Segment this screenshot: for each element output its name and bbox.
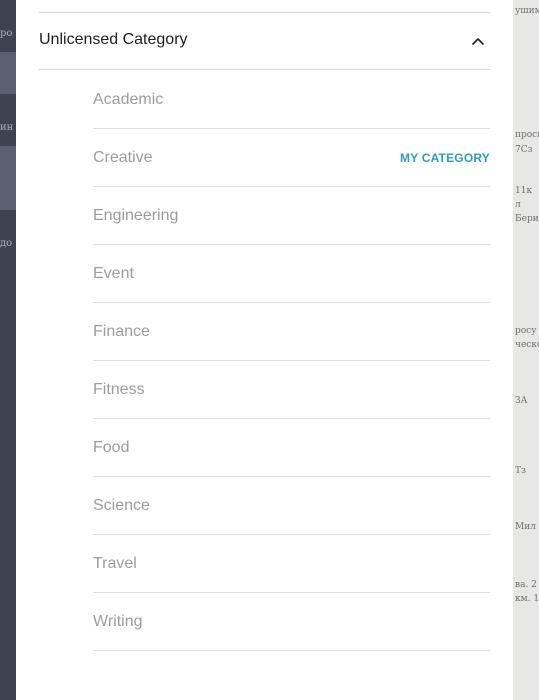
category-item-food[interactable]: Food [93, 419, 490, 477]
background-stripe [0, 52, 16, 94]
background-page-left: ро ин до [0, 0, 16, 700]
category-item-finance[interactable]: Finance [93, 303, 490, 361]
category-label: Writing [93, 613, 143, 630]
background-text: ушим [515, 6, 539, 16]
background-page-right: ушим просы 7Сз 11к л Бериа росу ческо ЗА… [513, 0, 539, 700]
background-text: 7Сз [515, 145, 533, 155]
category-label: Academic [93, 91, 164, 108]
screen: ро ин до ушим просы 7Сз 11к л Бериа росу… [0, 0, 539, 700]
background-text: росу [515, 326, 537, 336]
background-text: ЗА [515, 396, 528, 406]
category-item-event[interactable]: Event [93, 245, 490, 303]
category-label: Science [93, 497, 150, 514]
category-item-travel[interactable]: Travel [93, 535, 490, 593]
background-text: ва. 2 [515, 580, 537, 590]
category-item-fitness[interactable]: Fitness [93, 361, 490, 419]
category-label: Fitness [93, 381, 145, 398]
category-label: Food [93, 439, 130, 456]
category-item-science[interactable]: Science [93, 477, 490, 535]
category-label: Finance [93, 323, 150, 340]
background-text: Бериа [515, 214, 539, 224]
my-category-badge: MY CATEGORY [400, 151, 490, 165]
category-item-academic[interactable]: Academic [93, 71, 490, 129]
background-text: ин [0, 122, 14, 133]
category-item-engineering[interactable]: Engineering [93, 187, 490, 245]
section-title: Unlicensed Category [39, 31, 188, 48]
category-list: Academic Creative MY CATEGORY Engineerin… [93, 71, 490, 651]
category-item-creative[interactable]: Creative MY CATEGORY [93, 129, 490, 187]
category-label: Event [93, 265, 134, 282]
background-text: Мил [515, 522, 536, 532]
background-text: 11к [515, 186, 533, 196]
category-label: Engineering [93, 207, 179, 224]
background-text: л [515, 200, 521, 210]
background-text: до [0, 238, 13, 249]
background-stripe [0, 146, 16, 210]
category-item-writing[interactable]: Writing [93, 593, 490, 651]
background-text: ческо [515, 340, 539, 350]
background-text: км. 1 [515, 594, 539, 604]
background-text: ро [0, 28, 13, 39]
background-text: Тз [515, 466, 526, 476]
background-text: просы [515, 130, 539, 140]
chevron-up-icon[interactable] [470, 33, 486, 49]
category-label: Creative [93, 149, 153, 166]
category-label: Travel [93, 555, 137, 572]
unlicensed-category-header[interactable]: Unlicensed Category [39, 13, 490, 70]
category-modal: Unlicensed Category Academic Creative MY… [16, 0, 513, 700]
